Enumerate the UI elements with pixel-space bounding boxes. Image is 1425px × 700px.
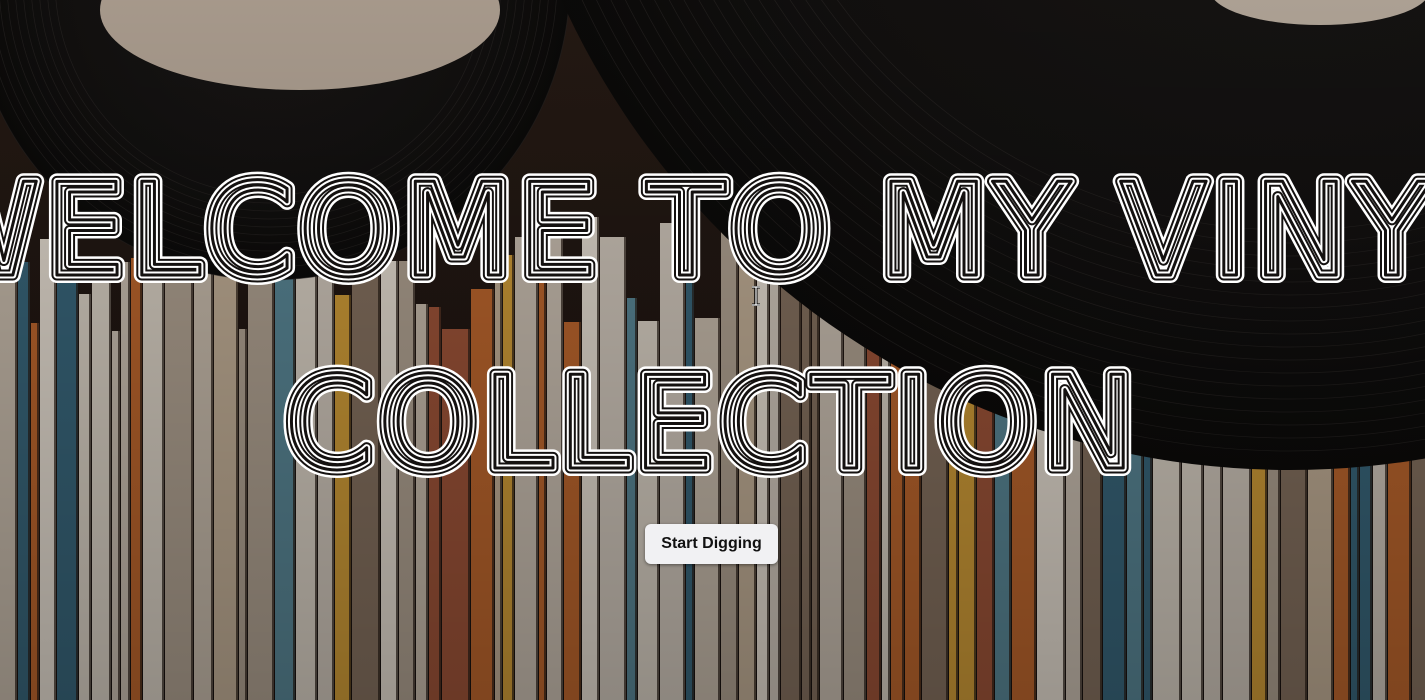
hero-headline: WELCOME TO MY VINYL WELCOME TO MY VINYL … xyxy=(0,150,1425,510)
start-digging-button[interactable]: Start Digging xyxy=(645,524,778,564)
headline-line2-gap2: COLLECTION xyxy=(284,350,1139,499)
hero-content: WELCOME TO MY VINYL WELCOME TO MY VINYL … xyxy=(0,0,1425,700)
hero-section: WELCOME TO MY VINYL WELCOME TO MY VINYL … xyxy=(0,0,1425,700)
text-cursor-icon xyxy=(752,286,760,306)
headline-line1-gap2: WELCOME TO MY VINYL xyxy=(0,157,1425,306)
headline-svg: WELCOME TO MY VINYL WELCOME TO MY VINYL … xyxy=(0,150,1425,507)
